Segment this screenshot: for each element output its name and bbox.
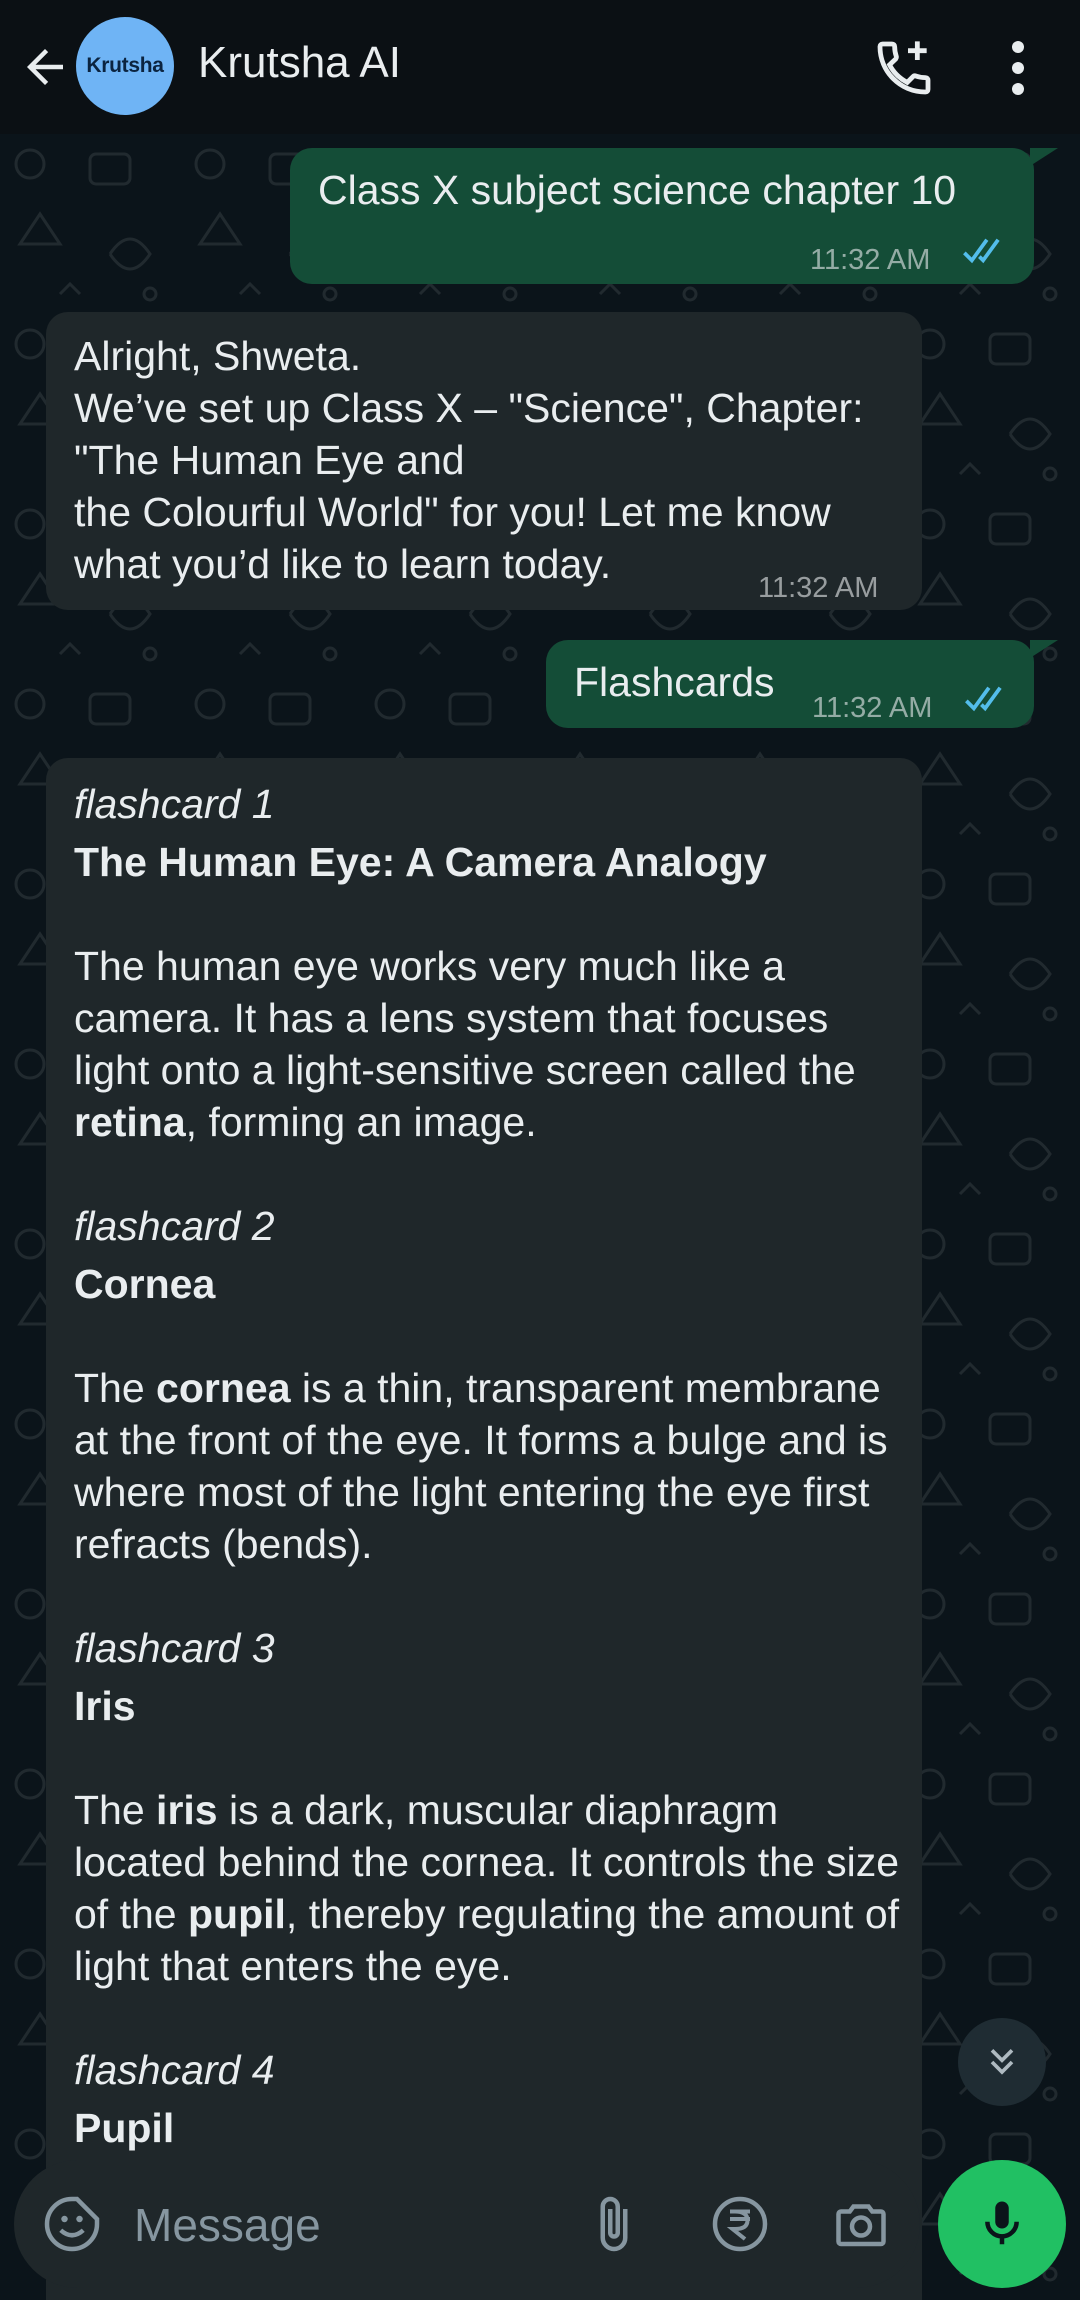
flashcard-title: Pupil [74,2105,175,2151]
message-text: Class X subject science chapter 10 [318,167,957,213]
flashcard-label: flashcard 3 [74,1625,275,1671]
flashcard-title: The Human Eye: A Camera Analogy [74,839,767,885]
chat-header: Krutsha Krutsha AI [0,0,1080,134]
message-time: 11:32 AM [758,572,879,604]
message-text: Flashcards [574,659,775,705]
flashcard-title: Cornea [74,1261,216,1307]
message-input[interactable] [132,2190,566,2260]
message-time: 11:32 AM [810,244,931,276]
read-ticks-icon [963,238,1000,264]
bubble-tail [1030,640,1058,658]
camera-icon[interactable] [830,2194,892,2254]
flashcard-label: flashcard 4 [74,2047,275,2093]
flashcards-content: flashcard 1 The Human Eye: A Camera Anal… [74,778,904,2154]
message-line: Alright, Shweta. [74,333,362,379]
attach-icon[interactable] [584,2194,644,2254]
message-line: We’ve set up Class X – "Science", Chapte… [74,385,864,483]
incoming-message[interactable]: Alright, Shweta. We’ve set up Class X – … [46,312,922,610]
message-text: Alright, Shweta. We’ve set up Class X – … [74,330,914,590]
flashcard-label: flashcard 2 [74,1203,275,1249]
chat-area[interactable]: Class X subject science chapter 10 11:32… [0,134,1080,2300]
arrow-left-icon[interactable] [18,40,72,94]
scroll-to-bottom-button[interactable] [958,2018,1046,2106]
add-call-icon[interactable] [872,36,936,100]
flashcards-message[interactable]: flashcard 1 The Human Eye: A Camera Anal… [46,758,922,2300]
read-ticks-icon [965,686,1002,712]
message-time: 11:32 AM [812,692,933,724]
outgoing-message[interactable]: Flashcards 11:32 AM [546,640,1034,728]
message-composer [14,2160,920,2288]
outgoing-message[interactable]: Class X subject science chapter 10 11:32… [290,148,1034,284]
bubble-tail [1030,148,1058,166]
message-line: the Colourful World" for you! Let me kno… [74,489,831,587]
double-chevron-down-icon [990,2049,1014,2075]
more-vertical-icon[interactable] [1000,38,1036,98]
voice-record-button[interactable] [938,2160,1066,2288]
microphone-icon [985,2201,1019,2245]
avatar[interactable]: Krutsha [76,17,174,115]
flashcard-body: The iris is a dark, muscular diaphragm l… [74,1787,900,1989]
sticker-emoji-icon[interactable] [42,2194,102,2254]
avatar-text: Krutsha [86,54,164,77]
chat-title[interactable]: Krutsha AI [198,38,401,88]
flashcard-label: flashcard 1 [74,781,275,827]
flashcard-body: The human eye works very much like a cam… [74,943,856,1145]
flashcard-body: The cornea is a thin, transparent membra… [74,1365,888,1567]
flashcard-title: Iris [74,1683,136,1729]
payment-rupee-icon[interactable] [710,2194,770,2254]
